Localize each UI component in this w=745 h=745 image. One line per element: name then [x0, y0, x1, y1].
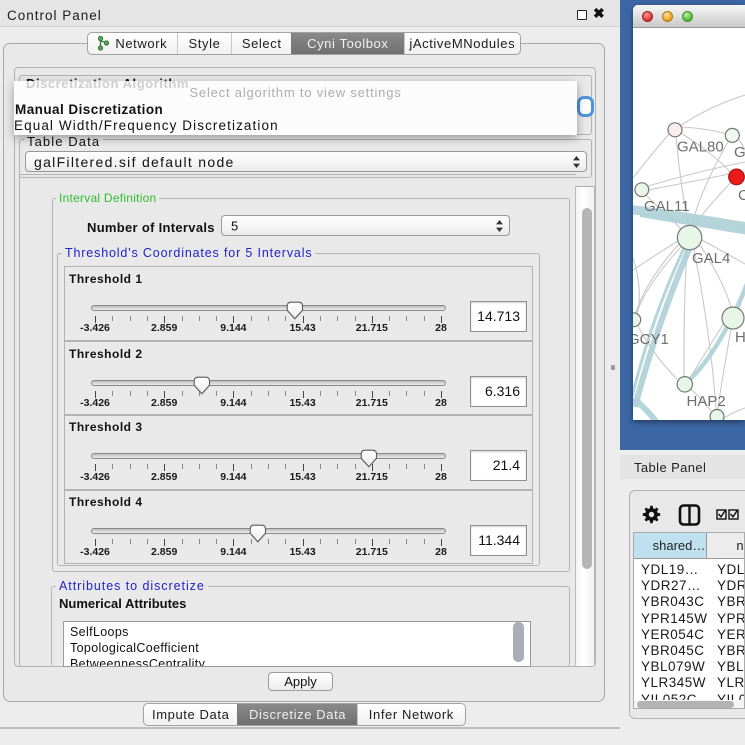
svg-text:HAP2: HAP2	[687, 393, 726, 410]
svg-text:GAL80: GAL80	[677, 139, 724, 156]
svg-text:H: H	[735, 329, 745, 346]
svg-text:GAL11: GAL11	[644, 198, 690, 215]
svg-text:GA: GA	[734, 144, 745, 161]
svg-text:GCY1: GCY1	[633, 331, 669, 348]
svg-text:C: C	[738, 187, 745, 204]
svg-text:GAL4: GAL4	[692, 250, 730, 267]
